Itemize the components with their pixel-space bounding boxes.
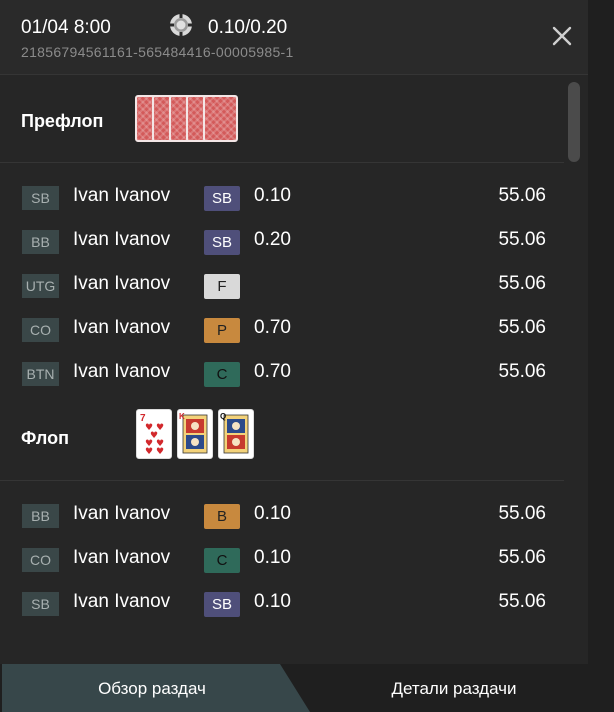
action-row: BTN Ivan Ivanov C 0.70 55.06 (0, 353, 564, 393)
action-badge: C (204, 362, 240, 387)
scrollbar-thumb[interactable] (568, 82, 580, 162)
position-badge: UTG (22, 274, 59, 298)
action-amount: 0.10 (254, 591, 291, 612)
action-row: SB Ivan Ivanov SB 0.10 55.06 (0, 177, 564, 217)
stack-amount: 55.06 (498, 361, 546, 382)
street-title-preflop: Префлоп (21, 111, 104, 131)
action-amount: 0.10 (254, 547, 291, 568)
card-king-diamonds: K (177, 409, 213, 459)
bottom-tabs: Обзор раздач Детали раздачи (0, 664, 588, 712)
action-amount: 0.70 (254, 361, 291, 382)
divider (0, 162, 564, 163)
action-badge: SB (204, 230, 240, 255)
stack-amount: 55.06 (498, 591, 546, 612)
position-badge: BB (22, 230, 59, 254)
stack-amount: 55.06 (498, 503, 546, 524)
svg-text:K: K (179, 412, 185, 421)
action-amount: 0.20 (254, 229, 291, 250)
action-row: CO Ivan Ivanov P 0.70 55.06 (0, 309, 564, 349)
poker-chip-icon (170, 14, 192, 36)
stack-amount: 55.06 (498, 273, 546, 294)
player-name: Ivan Ivanov (73, 503, 171, 524)
action-badge: P (204, 318, 240, 343)
svg-text:Q: Q (220, 412, 226, 421)
tab-label: Обзор раздач (98, 679, 206, 698)
card-back (203, 95, 238, 142)
action-amount: 0.10 (254, 503, 291, 524)
action-row: CO Ivan Ivanov C 0.10 55.06 (0, 539, 564, 579)
position-badge: BTN (22, 362, 59, 386)
svg-text:♥: ♥ (156, 447, 164, 457)
card-seven-hearts: 7 ♥ ♥ ♥ ♥ ♥ ♥ ♥ (136, 409, 172, 459)
action-badge: C (204, 548, 240, 573)
player-name: Ivan Ivanov (73, 229, 171, 250)
player-name: Ivan Ivanov (73, 273, 171, 294)
position-badge: CO (22, 548, 59, 572)
player-name: Ivan Ivanov (73, 591, 171, 612)
divider (0, 480, 564, 481)
action-badge: SB (204, 592, 240, 617)
stack-amount: 55.06 (498, 185, 546, 206)
action-badge: B (204, 504, 240, 529)
stack-amount: 55.06 (498, 317, 546, 338)
hand-header: 01/04 8:00 0.10/0.20 21856794561161-5654… (0, 0, 588, 75)
hand-history-panel: 01/04 8:00 0.10/0.20 21856794561161-5654… (0, 0, 588, 712)
action-row: UTG Ivan Ivanov F 55.06 (0, 265, 564, 305)
position-badge: SB (22, 592, 59, 616)
stack-amount: 55.06 (498, 547, 546, 568)
action-amount: 0.10 (254, 185, 291, 206)
card-queen-spades: Q (218, 409, 254, 459)
action-row: BB Ivan Ivanov B 0.10 55.06 (0, 495, 564, 535)
action-row: BB Ivan Ivanov SB 0.20 55.06 (0, 221, 564, 261)
player-name: Ivan Ivanov (73, 317, 171, 338)
stack-amount: 55.06 (498, 229, 546, 250)
street-title-flop: Флоп (21, 428, 69, 448)
position-badge: BB (22, 504, 59, 528)
action-amount: 0.70 (254, 317, 291, 338)
tab-hands-overview[interactable]: Обзор раздач (2, 664, 310, 712)
hand-date: 01/04 8:00 (21, 17, 111, 38)
tab-label: Детали раздачи (391, 679, 517, 698)
action-badge: F (204, 274, 240, 299)
player-name: Ivan Ivanov (73, 185, 171, 206)
tab-hand-details[interactable]: Детали раздачи (310, 664, 588, 712)
action-badge: SB (204, 186, 240, 211)
close-icon[interactable] (548, 22, 576, 50)
action-row: SB Ivan Ivanov SB 0.10 55.06 (0, 583, 564, 623)
player-name: Ivan Ivanov (73, 547, 171, 568)
stakes: 0.10/0.20 (208, 17, 288, 38)
position-badge: SB (22, 186, 59, 210)
hand-id: 21856794561161-565484416-00005985-1 (21, 44, 294, 60)
svg-text:♥: ♥ (145, 447, 153, 457)
position-badge: CO (22, 318, 59, 342)
player-name: Ivan Ivanov (73, 361, 171, 382)
